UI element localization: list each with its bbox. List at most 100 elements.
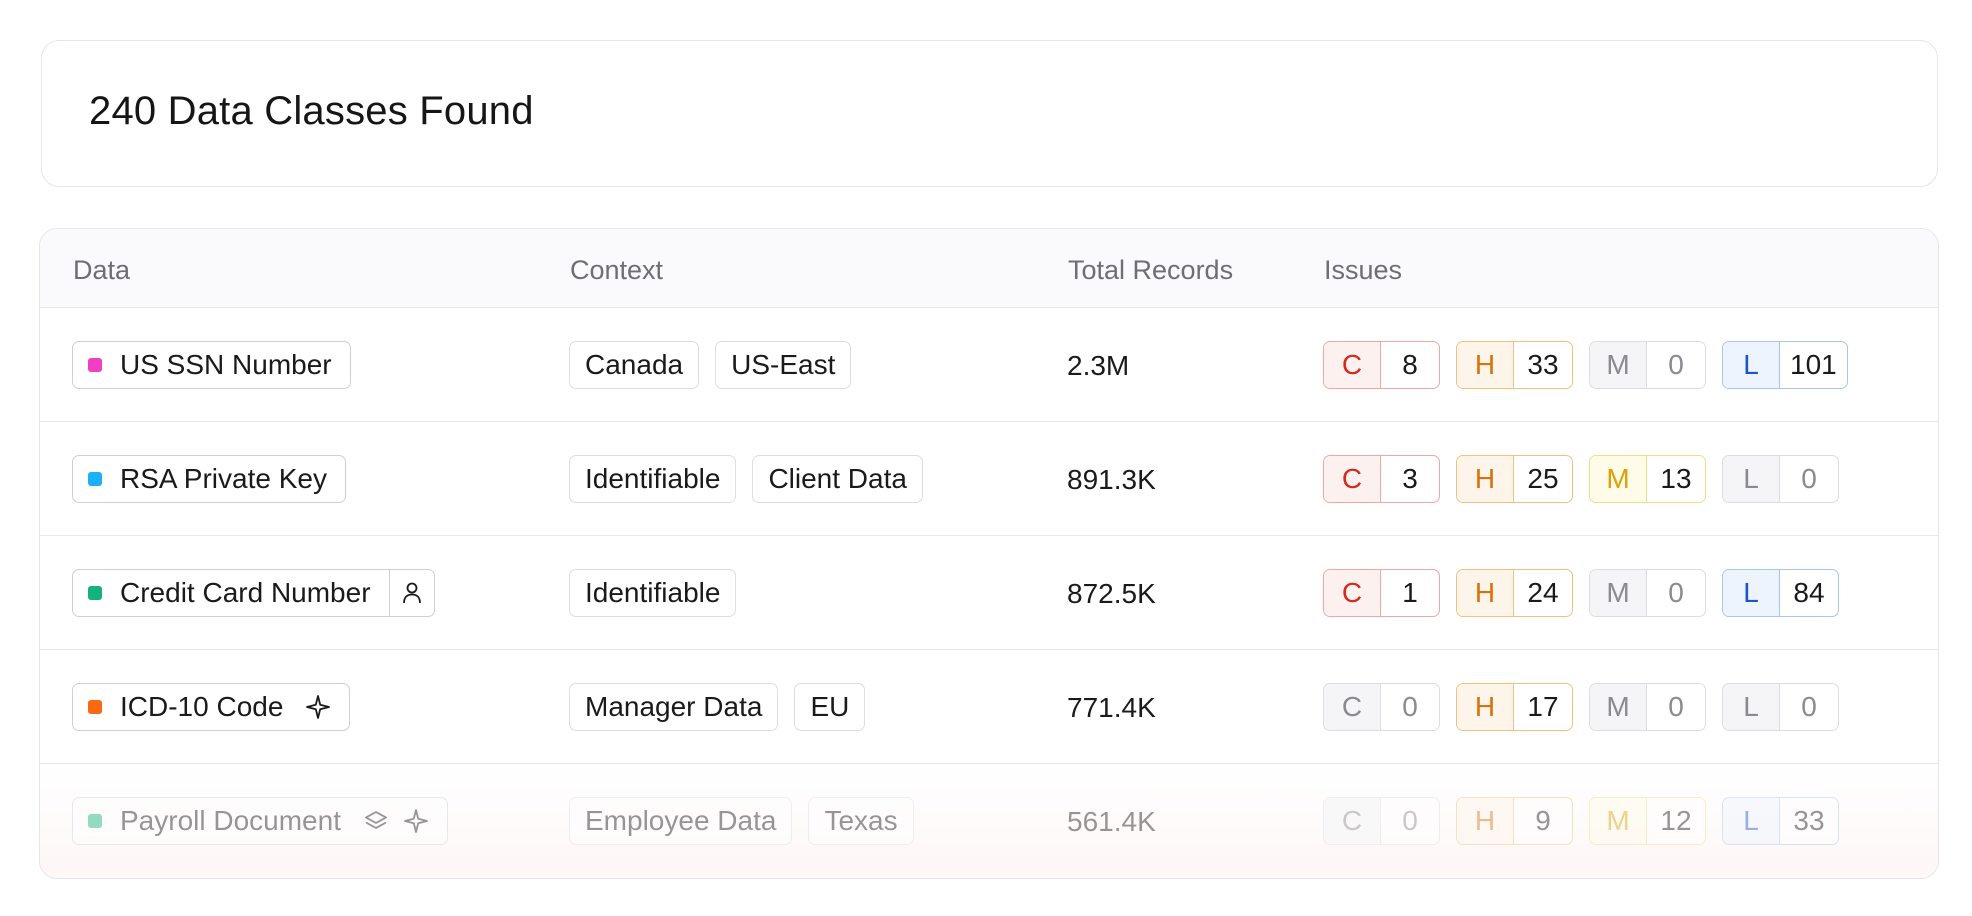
critical-count: 8 <box>1402 349 1418 380</box>
page-title: 240 Data Classes Found <box>89 89 534 133</box>
context-tag[interactable]: Employee Data <box>569 797 793 845</box>
data-class-name: US SSN Number <box>120 349 332 380</box>
low-issues-badge[interactable]: L 101 <box>1722 341 1848 389</box>
table-row[interactable]: US SSN Number Canada US-East 2.3M C8 H 33… <box>40 308 1938 422</box>
high-count: 9 <box>1535 805 1551 836</box>
critical-letter: C <box>1324 570 1381 616</box>
data-classes-table: Data Context Total Records Issues US SSN… <box>39 228 1939 879</box>
critical-issues-badge[interactable]: C8 <box>1323 341 1440 389</box>
high-count: 33 <box>1527 349 1559 380</box>
critical-letter: C <box>1324 456 1381 502</box>
low-count: 0 <box>1801 463 1817 494</box>
low-issues-badge[interactable]: L0 <box>1722 683 1839 731</box>
data-class-color-dot <box>88 700 102 714</box>
data-class-name: Credit Card Number <box>120 577 371 608</box>
high-issues-badge[interactable]: H9 <box>1456 797 1573 845</box>
person-icon[interactable] <box>402 581 422 605</box>
context-tag[interactable]: Identifiable <box>569 455 737 503</box>
column-header-issues[interactable]: Issues <box>1324 255 1402 286</box>
high-count: 17 <box>1527 691 1559 722</box>
table-row[interactable]: Credit Card Number Identifiable 872.5K C… <box>40 536 1938 650</box>
sparkle-icon[interactable] <box>403 808 429 834</box>
data-class-chip[interactable]: Credit Card Number <box>72 569 435 617</box>
table-header: Data Context Total Records Issues <box>40 229 1938 308</box>
critical-issues-badge[interactable]: C1 <box>1323 569 1440 617</box>
low-issues-badge[interactable]: L0 <box>1722 455 1839 503</box>
critical-count: 0 <box>1402 691 1418 722</box>
total-records-value: 771.4K <box>1067 692 1156 723</box>
medium-letter: M <box>1590 456 1647 502</box>
medium-issues-badge[interactable]: M 12 <box>1589 797 1706 845</box>
data-class-color-dot <box>88 586 102 600</box>
critical-count: 3 <box>1402 463 1418 494</box>
medium-count: 0 <box>1668 577 1684 608</box>
medium-issues-badge[interactable]: M0 <box>1589 569 1706 617</box>
column-header-data[interactable]: Data <box>73 255 130 286</box>
high-letter: H <box>1457 342 1514 388</box>
data-class-color-dot <box>88 472 102 486</box>
context-tag[interactable]: Texas <box>808 797 914 845</box>
data-class-name: ICD-10 Code <box>120 691 284 722</box>
context-tag[interactable]: Client Data <box>752 455 923 503</box>
table-row[interactable]: RSA Private Key Identifiable Client Data… <box>40 422 1938 536</box>
low-letter: L <box>1723 456 1780 502</box>
context-tag[interactable]: Manager Data <box>569 683 779 731</box>
medium-letter: M <box>1590 684 1647 730</box>
total-records-value: 891.3K <box>1067 464 1156 495</box>
data-class-chip[interactable]: US SSN Number <box>72 341 351 389</box>
low-letter: L <box>1723 342 1780 388</box>
high-issues-badge[interactable]: H 33 <box>1456 341 1573 389</box>
low-letter: L <box>1723 684 1780 730</box>
column-header-context[interactable]: Context <box>570 255 663 286</box>
sparkle-icon[interactable] <box>305 694 331 720</box>
medium-issues-badge[interactable]: M 13 <box>1589 455 1706 503</box>
high-letter: H <box>1457 456 1514 502</box>
critical-letter: C <box>1324 684 1381 730</box>
low-count: 84 <box>1793 577 1825 608</box>
total-records-value: 561.4K <box>1067 806 1156 837</box>
data-class-chip[interactable]: Payroll Document <box>72 797 448 845</box>
data-class-color-dot <box>88 358 102 372</box>
medium-count: 12 <box>1660 805 1692 836</box>
high-letter: H <box>1457 798 1514 844</box>
data-class-name: RSA Private Key <box>120 463 327 494</box>
data-class-chip[interactable]: RSA Private Key <box>72 455 346 503</box>
column-header-total-records[interactable]: Total Records <box>1068 255 1233 286</box>
low-issues-badge[interactable]: L 84 <box>1722 569 1839 617</box>
medium-letter: M <box>1590 798 1647 844</box>
table-row[interactable]: Payroll Document Employee Data Texas 561… <box>40 764 1938 878</box>
medium-issues-badge[interactable]: M0 <box>1589 683 1706 731</box>
high-count: 24 <box>1527 577 1559 608</box>
context-tag[interactable]: Canada <box>569 341 700 389</box>
critical-issues-badge[interactable]: C0 <box>1323 797 1440 845</box>
total-records-value: 2.3M <box>1067 350 1130 381</box>
critical-count: 0 <box>1402 805 1418 836</box>
high-issues-badge[interactable]: H 24 <box>1456 569 1573 617</box>
context-tag[interactable]: EU <box>794 683 866 731</box>
high-issues-badge[interactable]: H 17 <box>1456 683 1573 731</box>
high-letter: H <box>1457 684 1514 730</box>
low-count: 101 <box>1790 349 1837 380</box>
critical-issues-badge[interactable]: C3 <box>1323 455 1440 503</box>
medium-issues-badge[interactable]: M0 <box>1589 341 1706 389</box>
critical-issues-badge[interactable]: C0 <box>1323 683 1440 731</box>
critical-count: 1 <box>1402 577 1418 608</box>
medium-count: 0 <box>1668 691 1684 722</box>
low-issues-badge[interactable]: L 33 <box>1722 797 1839 845</box>
table-row[interactable]: ICD-10 Code Manager Data EU 771.4K C0 H1… <box>40 650 1938 764</box>
layers-icon[interactable] <box>363 808 389 834</box>
low-count: 33 <box>1793 805 1825 836</box>
medium-count: 0 <box>1668 349 1684 380</box>
context-tag[interactable]: Identifiable <box>569 569 737 617</box>
medium-count: 13 <box>1660 463 1692 494</box>
critical-letter: C <box>1324 342 1381 388</box>
critical-letter: C <box>1324 798 1381 844</box>
medium-letter: M <box>1590 570 1647 616</box>
data-class-name: Payroll Document <box>120 805 341 836</box>
data-class-color-dot <box>88 814 102 828</box>
high-count: 25 <box>1527 463 1559 494</box>
summary-card: 240 Data Classes Found <box>41 40 1938 187</box>
high-issues-badge[interactable]: H 25 <box>1456 455 1573 503</box>
data-class-chip[interactable]: ICD-10 Code <box>72 683 351 731</box>
context-tag[interactable]: US-East <box>715 341 852 389</box>
